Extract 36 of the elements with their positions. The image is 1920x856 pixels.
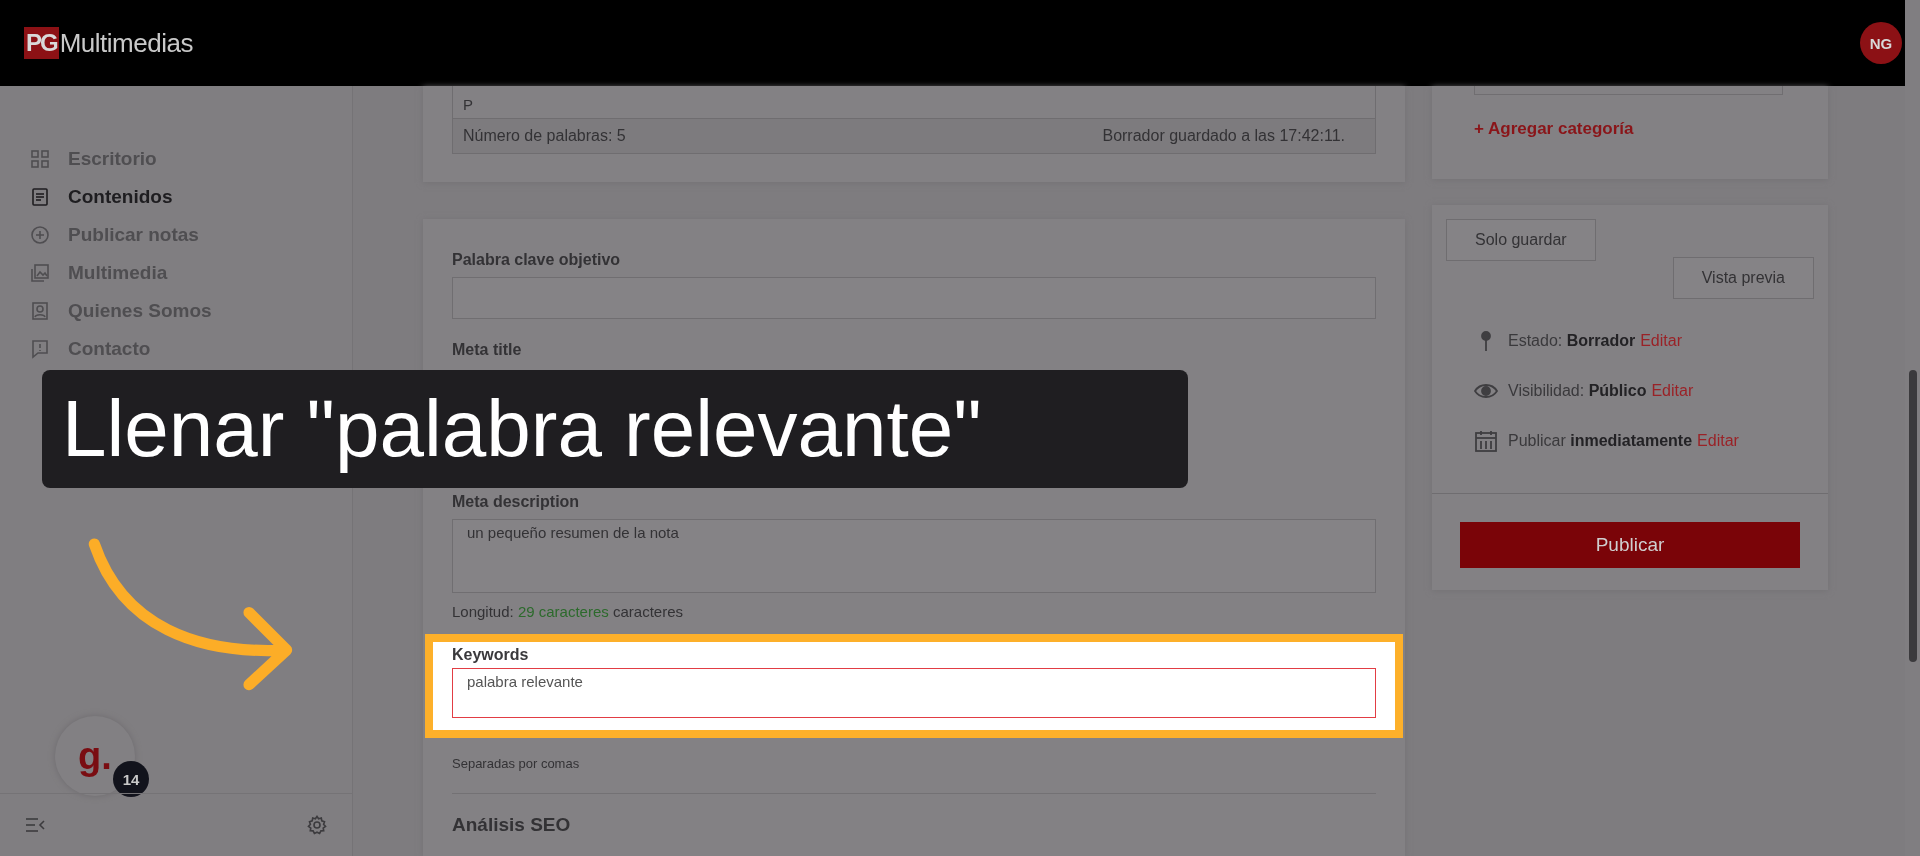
edit-link[interactable]: Editar: [1697, 432, 1739, 450]
edit-link[interactable]: Editar: [1640, 332, 1682, 350]
status-text: Publicar inmediatamente: [1508, 432, 1693, 450]
word-count: Número de palabras: 5: [463, 127, 626, 145]
add-category-link[interactable]: + Agregar categoría: [1474, 119, 1804, 139]
preview-button[interactable]: Vista previa: [1672, 257, 1814, 299]
settings-icon[interactable]: [306, 815, 328, 835]
user-avatar[interactable]: NG: [1860, 22, 1902, 64]
sidebar-item[interactable]: Contenidos: [0, 182, 352, 212]
field-label: Keywords: [452, 646, 530, 664]
grid-icon: [30, 149, 50, 169]
field-label: Meta title: [452, 341, 523, 359]
tutorial-caption: Llenar "palabra relevante": [42, 370, 1188, 488]
draft-status: Borrador guardado a las 17:42:11.: [1102, 127, 1345, 145]
speech-bubble-icon: [30, 339, 50, 359]
edit-link[interactable]: Editar: [1651, 382, 1694, 400]
collapse-menu-icon[interactable]: [24, 815, 46, 835]
field-hint: Separadas por comas: [452, 756, 581, 771]
meta-description-field[interactable]: un pequeño resumen de la nota: [452, 519, 1376, 593]
status-text: Estado: Borrador: [1508, 332, 1636, 350]
save-button[interactable]: Solo guardar: [1446, 219, 1596, 261]
section-title: Análisis SEO: [452, 814, 572, 836]
field-label: Palabra clave objetivo: [452, 251, 622, 269]
logo-text: Multimedias: [59, 27, 193, 59]
logo-mark: PG: [24, 27, 59, 59]
status-text: Visibilidad: Público: [1508, 382, 1647, 400]
person-icon: [30, 301, 50, 321]
image-icon: [30, 263, 50, 283]
document-icon: [30, 187, 50, 207]
field-label: Meta description: [452, 493, 581, 511]
length-counter: Longitud: 29 caracteres caracteres: [452, 603, 684, 620]
plus-icon: [30, 225, 50, 245]
calendar-icon: [1474, 429, 1498, 453]
publish-button[interactable]: Publicar: [1460, 522, 1800, 568]
keywords-field[interactable]: palabra relevante: [452, 668, 1376, 718]
category-field[interactable]: [1474, 86, 1783, 95]
